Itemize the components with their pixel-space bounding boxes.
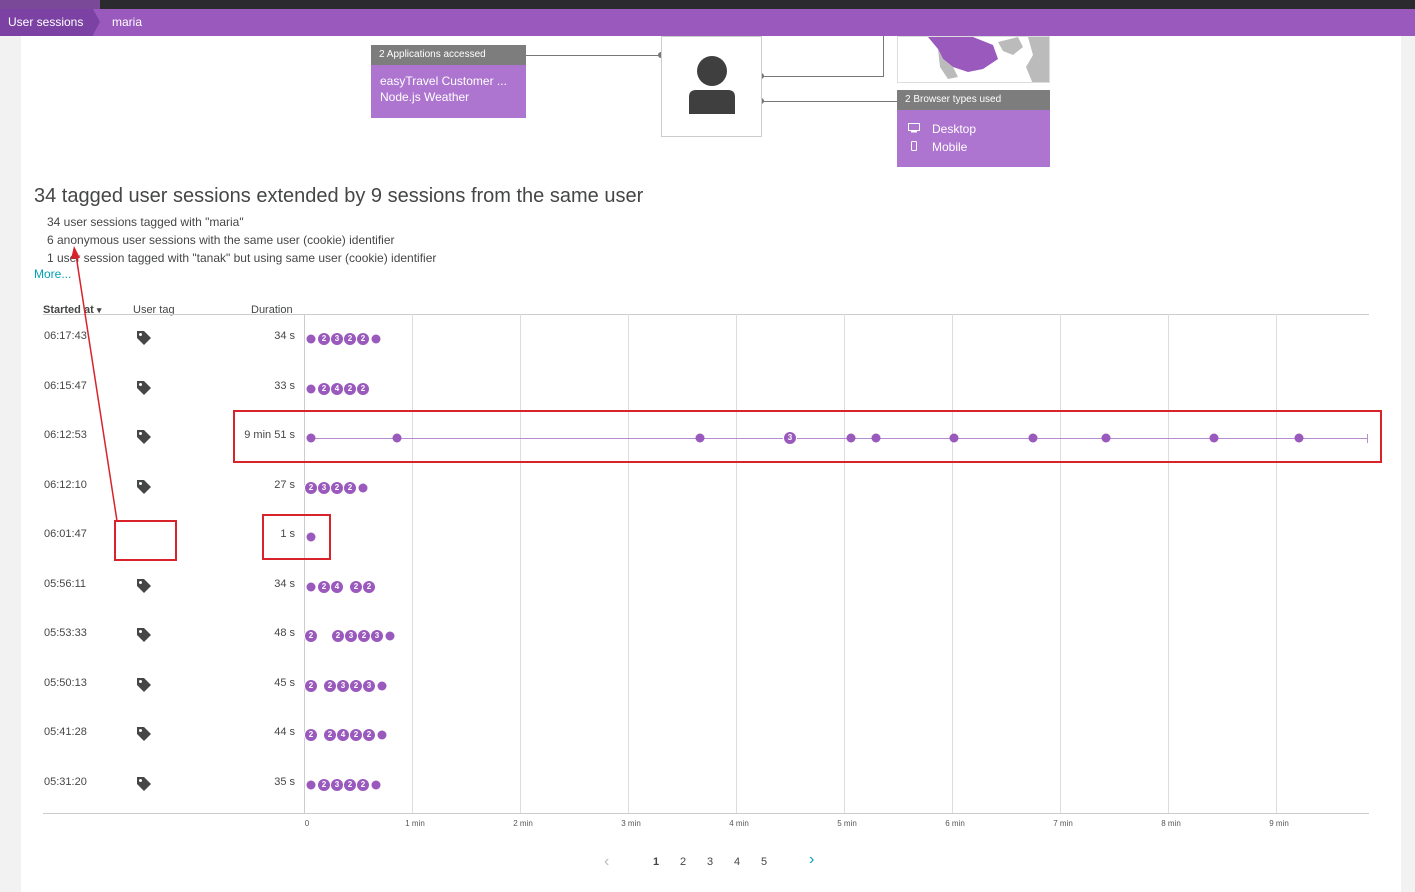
page-number[interactable]: 5 (761, 856, 767, 868)
page-number[interactable]: 4 (734, 856, 740, 868)
annotation-arrow (71, 246, 118, 522)
page-number[interactable]: 1 (653, 856, 659, 868)
page-number[interactable]: 3 (707, 856, 713, 868)
page-number[interactable]: 2 (680, 856, 686, 868)
next-page-button[interactable]: › (809, 851, 814, 869)
prev-page-button[interactable]: ‹ (604, 853, 609, 871)
